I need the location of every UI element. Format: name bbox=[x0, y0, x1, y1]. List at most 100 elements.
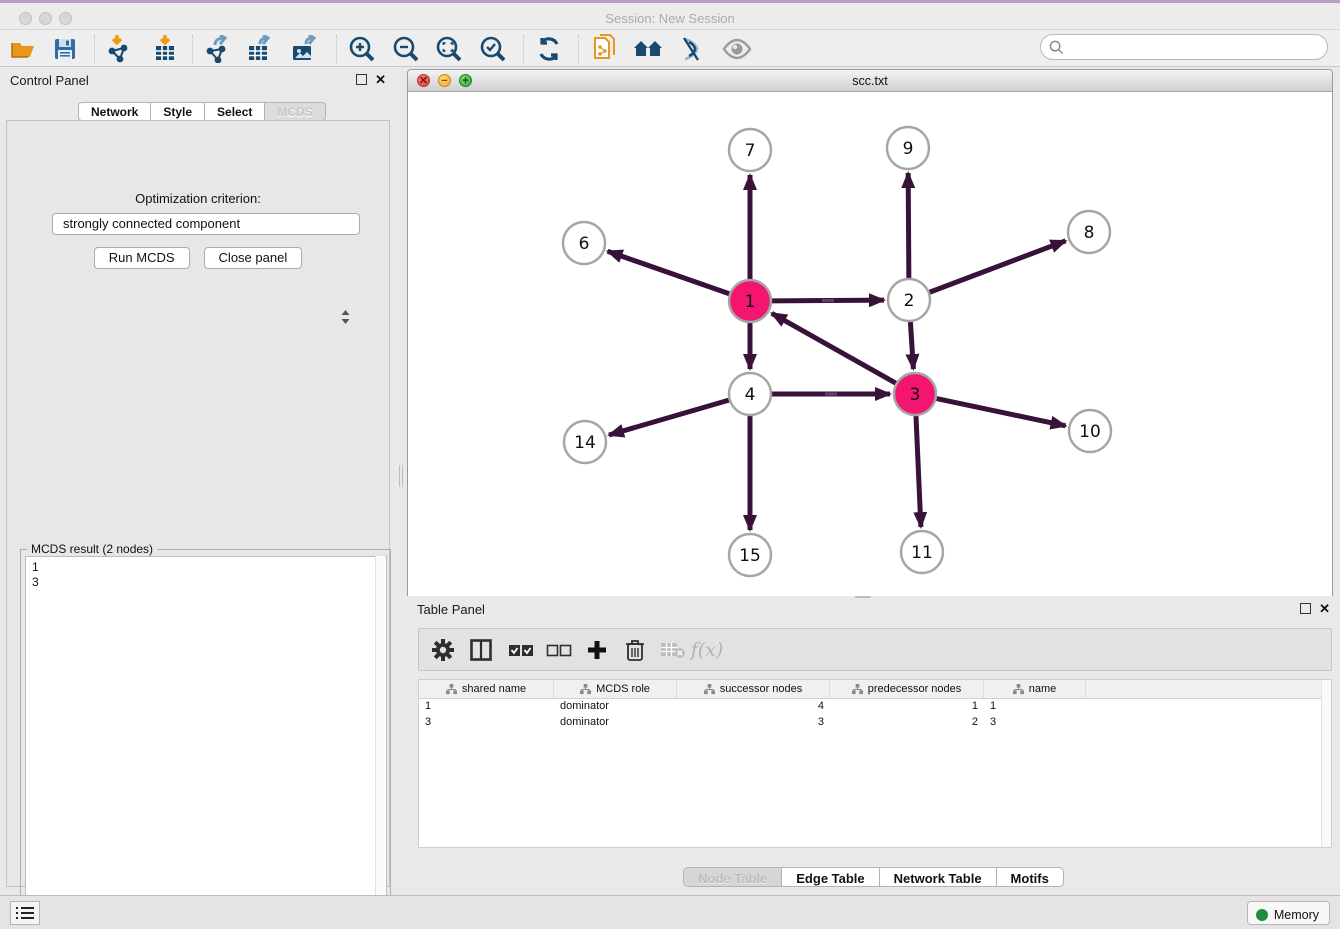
result-line: 3 bbox=[32, 575, 386, 590]
table-row[interactable]: 3dominator323 bbox=[419, 715, 1331, 731]
toolbar-separator bbox=[523, 35, 524, 63]
export-image-button[interactable] bbox=[289, 34, 319, 64]
show-eye-button[interactable] bbox=[722, 34, 752, 64]
table-cell[interactable]: 3 bbox=[419, 715, 554, 731]
table-cell[interactable]: 3 bbox=[677, 715, 830, 731]
panel-splitter[interactable] bbox=[396, 69, 407, 893]
toolbar-separator bbox=[578, 35, 579, 63]
node-label-7: 7 bbox=[745, 141, 756, 161]
delete-table-button[interactable] bbox=[657, 635, 689, 665]
edge-2-8[interactable] bbox=[930, 241, 1066, 292]
export-network-button[interactable] bbox=[202, 34, 232, 64]
control-panel-tabs: Network Style Select MCDS bbox=[78, 102, 326, 121]
tab-motifs[interactable]: Motifs bbox=[997, 867, 1064, 887]
node-label-2: 2 bbox=[904, 291, 915, 311]
zoom-fit-button[interactable] bbox=[434, 34, 464, 64]
import-table-button[interactable] bbox=[150, 34, 180, 64]
network-view-window: ✕ − + scc.txt 1234678910111415 bbox=[407, 69, 1333, 596]
table-cell[interactable]: 1 bbox=[830, 699, 984, 715]
close-table-panel-icon[interactable]: ✕ bbox=[1319, 602, 1330, 615]
unselect-all-button[interactable] bbox=[543, 635, 575, 665]
column-header-MCDS-role[interactable]: MCDS role bbox=[554, 680, 677, 698]
column-header-shared-name[interactable]: shared name bbox=[419, 680, 554, 698]
network-canvas[interactable]: 1234678910111415 bbox=[408, 92, 1332, 596]
float-panel-icon[interactable] bbox=[356, 74, 367, 85]
result-line: 1 bbox=[32, 560, 386, 575]
close-panel-icon[interactable]: ✕ bbox=[375, 73, 386, 86]
duplicate-network-button[interactable] bbox=[590, 34, 620, 64]
criterion-value: strongly connected component bbox=[63, 216, 240, 231]
application-window: Session: New Session bbox=[0, 0, 1340, 926]
table-cell[interactable]: dominator bbox=[554, 715, 677, 731]
edge-2-9[interactable] bbox=[908, 173, 909, 278]
table-panel-title: Table Panel bbox=[417, 602, 485, 617]
refresh-view-button[interactable] bbox=[534, 34, 564, 64]
zoom-out-button[interactable] bbox=[391, 34, 421, 64]
close-panel-button[interactable]: Close panel bbox=[204, 247, 303, 269]
table-settings-button[interactable] bbox=[427, 635, 459, 665]
table-cell[interactable]: 1 bbox=[419, 699, 554, 715]
tab-network-table[interactable]: Network Table bbox=[880, 867, 997, 887]
splitter-handle bbox=[399, 465, 403, 487]
titlebar: Session: New Session bbox=[0, 6, 1340, 30]
network-window-titlebar[interactable]: ✕ − + scc.txt bbox=[408, 70, 1332, 92]
edge-2-3[interactable] bbox=[910, 322, 913, 369]
window-title: Session: New Session bbox=[0, 11, 1340, 26]
node-label-6: 6 bbox=[579, 234, 590, 254]
ndex-browse-button[interactable] bbox=[633, 34, 663, 64]
table-cell[interactable]: 1 bbox=[984, 699, 1086, 715]
task-history-button[interactable] bbox=[10, 901, 40, 925]
search-input[interactable] bbox=[1040, 34, 1328, 60]
table-cell[interactable]: 2 bbox=[830, 715, 984, 731]
edge-3-10[interactable] bbox=[937, 399, 1066, 426]
fx-icon: f(x) bbox=[691, 639, 724, 661]
column-header-filler bbox=[1086, 680, 1331, 698]
mcds-result-textarea[interactable]: 13 bbox=[25, 556, 387, 920]
table-cell[interactable]: 4 bbox=[677, 699, 830, 715]
select-all-button[interactable] bbox=[505, 635, 537, 665]
open-session-button[interactable] bbox=[8, 34, 38, 64]
column-type-icon bbox=[1013, 684, 1024, 695]
table-scrollbar[interactable] bbox=[1321, 680, 1331, 847]
zoom-in-button[interactable] bbox=[347, 34, 377, 64]
delete-row-button[interactable] bbox=[619, 635, 651, 665]
add-row-button[interactable] bbox=[581, 635, 613, 665]
select-stepper-icon bbox=[341, 310, 350, 324]
node-label-10: 10 bbox=[1079, 422, 1101, 442]
float-table-panel-icon[interactable] bbox=[1300, 603, 1311, 614]
control-panel-title: Control Panel bbox=[10, 73, 89, 88]
edge-1-6[interactable] bbox=[608, 251, 730, 293]
edge-3-1[interactable] bbox=[772, 313, 896, 383]
column-type-icon bbox=[852, 684, 863, 695]
tab-mcds[interactable]: MCDS bbox=[265, 102, 325, 121]
hide-details-icon bbox=[679, 36, 705, 62]
tab-edge-table[interactable]: Edge Table bbox=[782, 867, 879, 887]
table-row[interactable]: 1dominator411 bbox=[419, 699, 1331, 715]
export-table-button[interactable] bbox=[245, 34, 275, 64]
hide-details-button[interactable] bbox=[677, 34, 707, 64]
zoom-in-icon bbox=[348, 35, 376, 63]
zoom-selected-button[interactable] bbox=[478, 34, 508, 64]
criterion-select[interactable]: strongly connected component bbox=[52, 213, 360, 235]
result-scrollbar[interactable] bbox=[375, 556, 385, 920]
import-network-button[interactable] bbox=[104, 34, 134, 64]
tab-style[interactable]: Style bbox=[151, 102, 205, 121]
save-session-button[interactable] bbox=[50, 34, 80, 64]
function-builder-button[interactable]: f(x) bbox=[691, 635, 723, 665]
run-mcds-button[interactable]: Run MCDS bbox=[94, 247, 190, 269]
column-header-successor-nodes[interactable]: successor nodes bbox=[677, 680, 830, 698]
memory-button[interactable]: Memory bbox=[1247, 901, 1330, 925]
tab-network[interactable]: Network bbox=[78, 102, 151, 121]
split-view-button[interactable] bbox=[465, 635, 497, 665]
column-header-predecessor-nodes[interactable]: predecessor nodes bbox=[830, 680, 984, 698]
table-panel: Table Panel ✕ bbox=[407, 598, 1340, 893]
tab-select[interactable]: Select bbox=[205, 102, 265, 121]
node-table[interactable]: shared nameMCDS rolesuccessor nodesprede… bbox=[418, 679, 1332, 848]
edge-4-14[interactable] bbox=[609, 400, 729, 435]
column-header-name[interactable]: name bbox=[984, 680, 1086, 698]
export-network-icon bbox=[203, 35, 231, 63]
table-cell[interactable]: dominator bbox=[554, 699, 677, 715]
tab-node-table[interactable]: Node Table bbox=[683, 867, 782, 887]
table-cell[interactable]: 3 bbox=[984, 715, 1086, 731]
edge-3-11[interactable] bbox=[916, 416, 921, 527]
